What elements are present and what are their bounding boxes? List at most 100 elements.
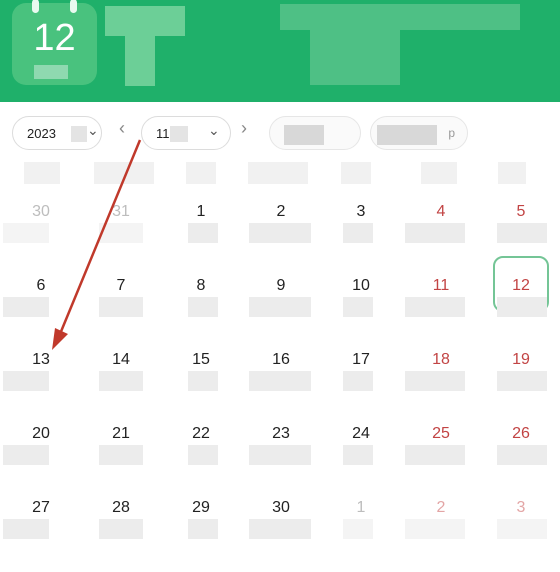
app-header: 12 bbox=[0, 0, 560, 102]
calendar-day[interactable]: 3 bbox=[481, 498, 560, 572]
header-subtitle-blurred bbox=[280, 4, 520, 30]
calendar-day[interactable]: 1 bbox=[161, 202, 241, 276]
lunar-date-blurred bbox=[405, 223, 465, 243]
calendar-day[interactable]: 23 bbox=[241, 424, 321, 498]
calendar-day[interactable]: 11 bbox=[401, 276, 481, 350]
day-number: 3 bbox=[516, 499, 526, 516]
day-number: 7 bbox=[116, 277, 126, 294]
lunar-date-blurred bbox=[99, 223, 143, 243]
calendar-day[interactable]: 16 bbox=[241, 350, 321, 424]
lunar-date-blurred bbox=[188, 519, 218, 539]
chevron-left-icon[interactable]: ‹ bbox=[119, 118, 125, 139]
calendar-day[interactable]: 31 bbox=[81, 202, 161, 276]
calendar-day[interactable]: 24 bbox=[321, 424, 401, 498]
weekday-label-blurred bbox=[24, 162, 60, 184]
day-number: 20 bbox=[32, 425, 50, 442]
year-select[interactable]: 2023 ⌄ bbox=[12, 116, 102, 150]
calendar-day[interactable]: 17 bbox=[321, 350, 401, 424]
calendar-day[interactable]: 14 bbox=[81, 350, 161, 424]
weekday-label-blurred bbox=[498, 162, 526, 184]
day-number: 13 bbox=[32, 351, 50, 368]
calendar-day[interactable]: 10 bbox=[321, 276, 401, 350]
calendar-day[interactable]: 27 bbox=[1, 498, 81, 572]
lunar-date-blurred bbox=[188, 445, 218, 465]
day-number: 28 bbox=[112, 499, 130, 516]
today-button-blurred[interactable]: p bbox=[370, 116, 468, 150]
calendar-day[interactable]: 21 bbox=[81, 424, 161, 498]
month-select[interactable]: 11 ⌄ bbox=[141, 116, 231, 150]
calendar-day[interactable]: 29 bbox=[161, 498, 241, 572]
day-number: 9 bbox=[276, 277, 286, 294]
calendar-day[interactable]: 18 bbox=[401, 350, 481, 424]
header-title-blurred bbox=[105, 6, 185, 36]
lunar-date-blurred bbox=[343, 297, 373, 317]
day-number: 5 bbox=[516, 203, 526, 220]
app-icon-day: 12 bbox=[33, 17, 76, 59]
lunar-date-blurred bbox=[3, 445, 49, 465]
calendar-day[interactable]: 26 bbox=[481, 424, 560, 498]
day-number: 17 bbox=[352, 351, 370, 368]
year-suffix-blurred bbox=[71, 126, 87, 142]
calendar-day[interactable]: 30 bbox=[241, 498, 321, 572]
calendar-day[interactable]: 28 bbox=[81, 498, 161, 572]
day-number: 27 bbox=[32, 499, 50, 516]
calendar-day[interactable]: 1 bbox=[321, 498, 401, 572]
holiday-select-blurred[interactable] bbox=[269, 116, 361, 150]
calendar-day[interactable]: 20 bbox=[1, 424, 81, 498]
day-number: 11 bbox=[432, 277, 450, 294]
lunar-date-blurred bbox=[405, 371, 465, 391]
day-number: 10 bbox=[352, 277, 370, 294]
calendar-day[interactable]: 2 bbox=[401, 498, 481, 572]
weekday-label-blurred bbox=[421, 162, 457, 184]
day-number: 2 bbox=[436, 499, 446, 516]
calendar-day[interactable]: 30 bbox=[1, 202, 81, 276]
day-number: 26 bbox=[512, 425, 530, 442]
calendar-day[interactable]: 3 bbox=[321, 202, 401, 276]
calendar-day[interactable]: 25 bbox=[401, 424, 481, 498]
lunar-date-blurred bbox=[99, 519, 143, 539]
day-number: 29 bbox=[192, 499, 210, 516]
binder-ring-left bbox=[32, 0, 39, 13]
lunar-date-blurred bbox=[188, 223, 218, 243]
chevron-right-icon[interactable]: › bbox=[241, 118, 247, 139]
lunar-date-blurred bbox=[3, 223, 49, 243]
calendar-day[interactable]: 19 bbox=[481, 350, 560, 424]
header-title-blurred-2 bbox=[125, 36, 155, 86]
calendar-day[interactable]: 4 bbox=[401, 202, 481, 276]
weekday-label-blurred bbox=[341, 162, 371, 184]
lunar-date-blurred bbox=[249, 371, 311, 391]
calendar-day[interactable]: 2 bbox=[241, 202, 321, 276]
day-number: 14 bbox=[112, 351, 130, 368]
lunar-date-blurred bbox=[99, 445, 143, 465]
calendar-day[interactable]: 8 bbox=[161, 276, 241, 350]
calendar-day[interactable]: 6 bbox=[1, 276, 81, 350]
day-number: 25 bbox=[432, 425, 450, 442]
lunar-date-blurred bbox=[188, 371, 218, 391]
chevron-down-icon: ⌄ bbox=[87, 122, 99, 138]
lunar-date-blurred bbox=[99, 297, 143, 317]
calendar-day[interactable]: 9 bbox=[241, 276, 321, 350]
day-number: 31 bbox=[112, 203, 130, 220]
calendar-day[interactable]: 7 bbox=[81, 276, 161, 350]
header-subtitle-blurred-2 bbox=[310, 30, 400, 85]
weekday-label-blurred bbox=[186, 162, 216, 184]
lunar-date-blurred bbox=[343, 445, 373, 465]
lunar-date-blurred bbox=[497, 371, 547, 391]
calendar-day[interactable]: 22 bbox=[161, 424, 241, 498]
day-number: 2 bbox=[276, 203, 286, 220]
month-suffix-blurred bbox=[170, 126, 188, 142]
calendar-day[interactable]: 13 bbox=[1, 350, 81, 424]
calendar-day-today[interactable]: 12 bbox=[481, 256, 560, 350]
lunar-date-blurred bbox=[249, 445, 311, 465]
pill-text-blurred bbox=[377, 125, 437, 145]
day-number: 18 bbox=[432, 351, 450, 368]
day-number: 8 bbox=[196, 277, 206, 294]
day-number: 1 bbox=[356, 499, 366, 516]
calendar-app-icon[interactable]: 12 bbox=[12, 0, 97, 85]
binder-ring-right bbox=[70, 0, 77, 13]
lunar-date-blurred bbox=[343, 371, 373, 391]
lunar-date-blurred bbox=[497, 445, 547, 465]
day-number: 24 bbox=[352, 425, 370, 442]
pill-tail-text: p bbox=[448, 126, 455, 140]
calendar-day[interactable]: 15 bbox=[161, 350, 241, 424]
